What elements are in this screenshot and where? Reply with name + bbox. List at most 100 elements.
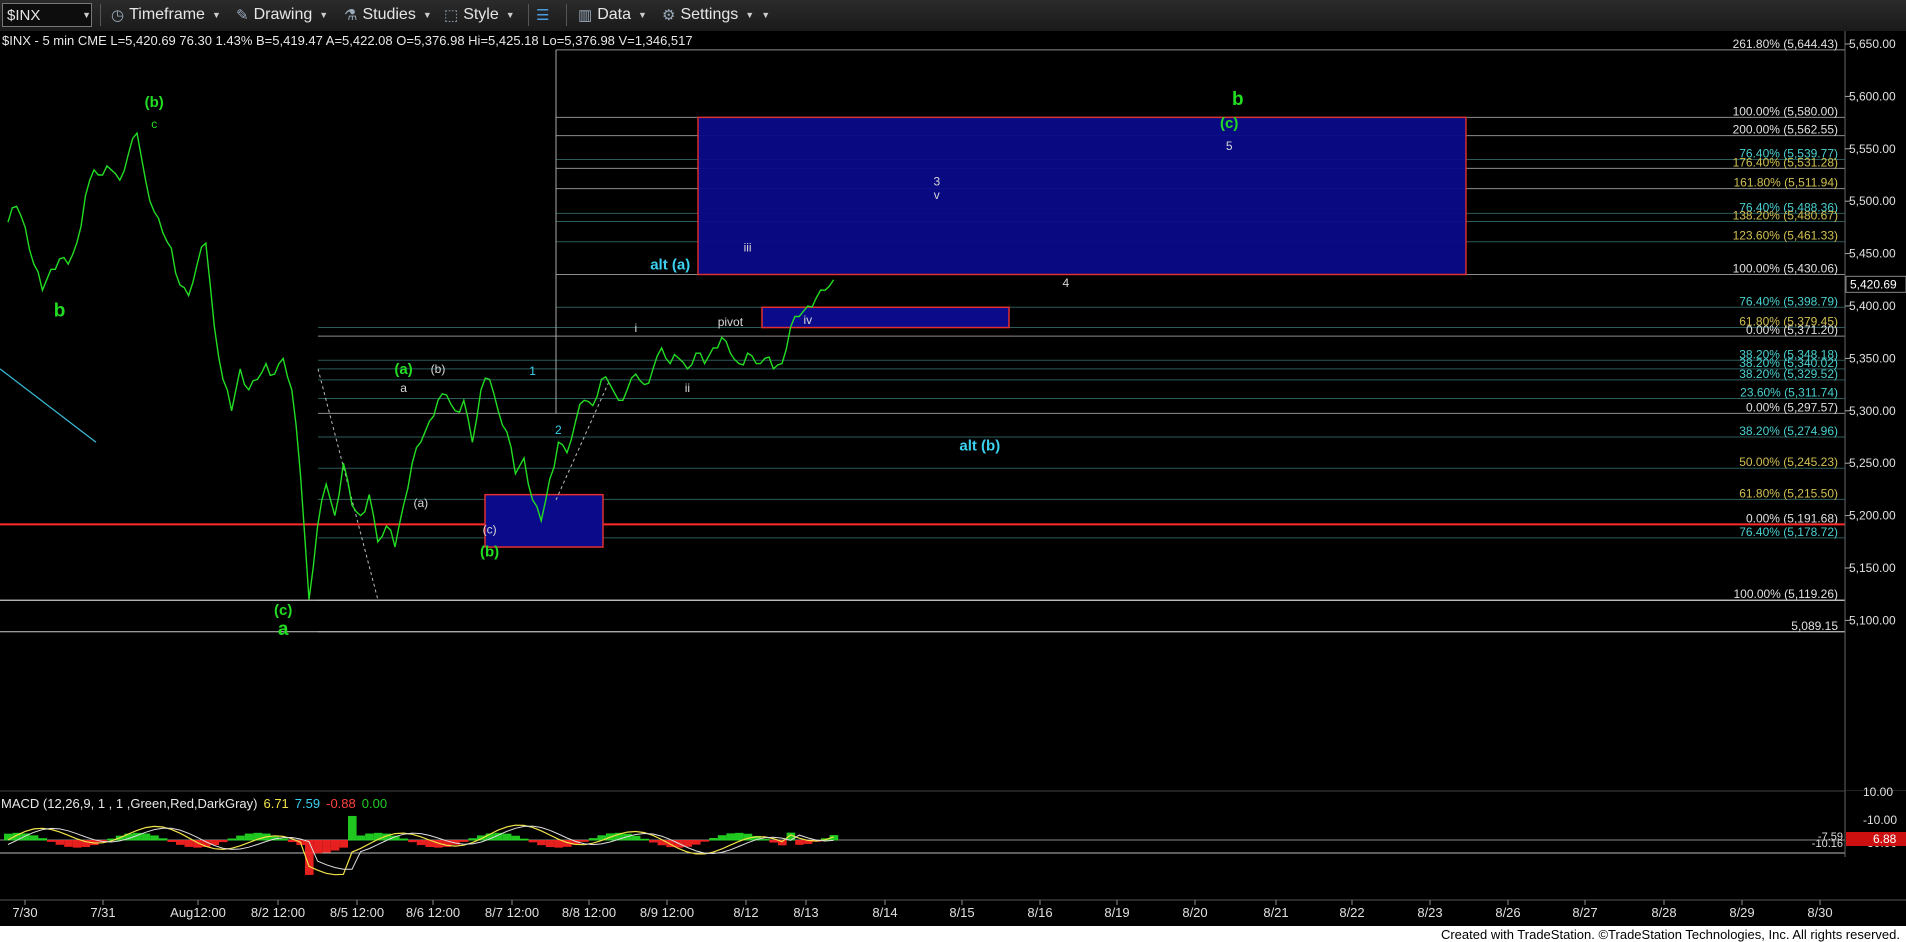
macd-hist-bar [459,840,469,842]
toolbar-divider [566,4,567,26]
studies-label: Studies [362,6,416,23]
macd-hist-bar [717,835,727,841]
macd-hist-bar [537,840,546,846]
chevron-down-icon: ▼ [505,10,515,20]
y-tick-label: 5,550.00 [1849,142,1896,156]
macd-hist-bar [735,832,744,841]
price-chart[interactable]: 261.80% (5,644.43) 100.00% (5,580.00) 200.… [0,31,1906,926]
fib-label: 76.40% (5,178.72) [1739,525,1838,539]
fib-label: 0.00% (5,297.57) [1746,400,1838,414]
y-tick-label: 5,450.00 [1849,247,1896,261]
style-menu[interactable]: ⬚ Style ▼ [444,5,515,25]
x-tick-label: 8/15 [949,905,974,920]
macd-label-text: MACD (12,26,9, 1 , 1 ,Green,Red,DarkGray… [1,796,257,811]
timeframe-menu[interactable]: ◷ Timeframe ▼ [111,5,221,25]
y-tick-label: 5,100.00 [1849,613,1896,627]
wave-label: pivot [718,315,744,329]
fib-label: 0.00% (5,371.20) [1746,323,1838,337]
macd-hist-bar [279,838,288,841]
macd-hist-bar [55,840,65,845]
wave-label: b [1232,89,1244,110]
macd-right-label: -10.16 [1812,838,1843,850]
fib-label: 261.80% (5,644.43) [1733,37,1838,51]
macd-hist-bar [339,840,348,848]
wave-label: (c) [274,602,292,619]
macd-hist-bar [219,840,228,843]
x-tick-label: 8/2 12:00 [251,905,305,920]
wave-label: 5 [1226,139,1233,153]
macd-hist-bar [709,837,718,841]
wave-label: 3 [933,174,940,188]
y-tick-label: 5,300.00 [1849,404,1896,418]
drawing-label: Drawing [253,6,313,23]
x-tick-label: 8/22 [1339,905,1364,920]
macd-hist-bar [313,840,323,854]
wave-label: a [278,619,289,640]
fib-label: 50.00% (5,245.23) [1739,455,1838,469]
macd-hist-bar [348,815,357,841]
macd-hist-bar [640,838,649,841]
x-tick-label: 8/16 [1027,905,1052,920]
macd-hist-bar [408,840,417,843]
x-tick-label: 8/5 12:00 [330,905,384,920]
macd-hist-bar [545,840,555,848]
fib-label: 5,089.15 [1791,619,1838,633]
fib-label: 138.20% (5,480.67) [1733,208,1838,222]
wave-label: c [151,117,157,131]
x-tick-label: 8/29 [1729,905,1754,920]
chevron-down-icon: ▼ [637,10,647,20]
fib-label: 100.00% (5,430.06) [1733,261,1838,275]
y-tick-label: 5,500.00 [1849,194,1896,208]
x-tick-label: 8/20 [1182,905,1207,920]
macd-value: 6.71 [263,796,288,811]
macd-hist-bar [795,840,804,845]
fib-label: 61.80% (5,215.50) [1739,486,1838,500]
drawing-menu[interactable]: ✎ Drawing ▼ [236,5,328,25]
support-box [484,493,604,548]
x-tick-label: 8/14 [872,905,897,920]
macd-hist-bar [700,840,710,842]
wave-label: ii [685,381,690,395]
data-label: Data [597,6,631,23]
layout-button[interactable]: ☰ [536,5,549,25]
wave-label: v [934,188,940,202]
layout-icon: ☰ [536,7,550,24]
x-tick-label: 8/30 [1807,905,1832,920]
macd-hist-bar [176,840,185,845]
x-tick-label: 8/7 12:00 [485,905,539,920]
macd-hist-bar [692,840,701,845]
data-menu[interactable]: ▥ Data ▼ [578,5,647,25]
studies-menu[interactable]: ⚗ Studies ▼ [344,5,432,25]
macd-hist-bar [47,840,56,842]
x-tick-label: 8/21 [1263,905,1288,920]
macd-hist-bar [528,840,538,843]
x-tick-label: 8/8 12:00 [562,905,616,920]
symbol-selector[interactable]: $INX ▼ [2,3,92,27]
x-tick-label: 8/19 [1104,905,1129,920]
chevron-down-icon: ▼ [211,10,221,20]
wave-label: alt (a) [650,256,690,273]
x-tick-label: 8/23 [1417,905,1442,920]
macd-hist-bar [38,838,47,841]
wave-label: (a) [394,361,412,378]
macd-hist-bar [468,838,477,841]
timeframe-label: Timeframe [129,6,205,23]
macd-hist-bar [520,838,529,841]
wave-label: i [634,321,637,335]
wave-label: (a) [413,496,428,510]
macd-hist-bar [502,833,512,841]
fib-label: 0.00% (5,191.68) [1746,511,1838,525]
macd-hist-bar [649,840,658,843]
wave-label: (c) [1220,115,1238,132]
macd-hist-bar [416,840,426,846]
bar-chart-icon: ▥ [578,7,593,24]
wave-label: alt (b) [959,438,1000,455]
wave-label: (c) [483,522,497,536]
settings-label: Settings [680,6,739,23]
chart-toolbar: $INX ▼ ◷ Timeframe ▼ ✎ Drawing ▼ ⚗ Studi… [0,0,1906,32]
target-box [697,116,1467,276]
x-tick-label: 8/28 [1651,905,1676,920]
settings-menu[interactable]: ⚙ Settings ▼ ▼ [662,5,770,25]
y-tick-label: 5,150.00 [1849,561,1896,575]
wave-label: a [400,381,407,395]
